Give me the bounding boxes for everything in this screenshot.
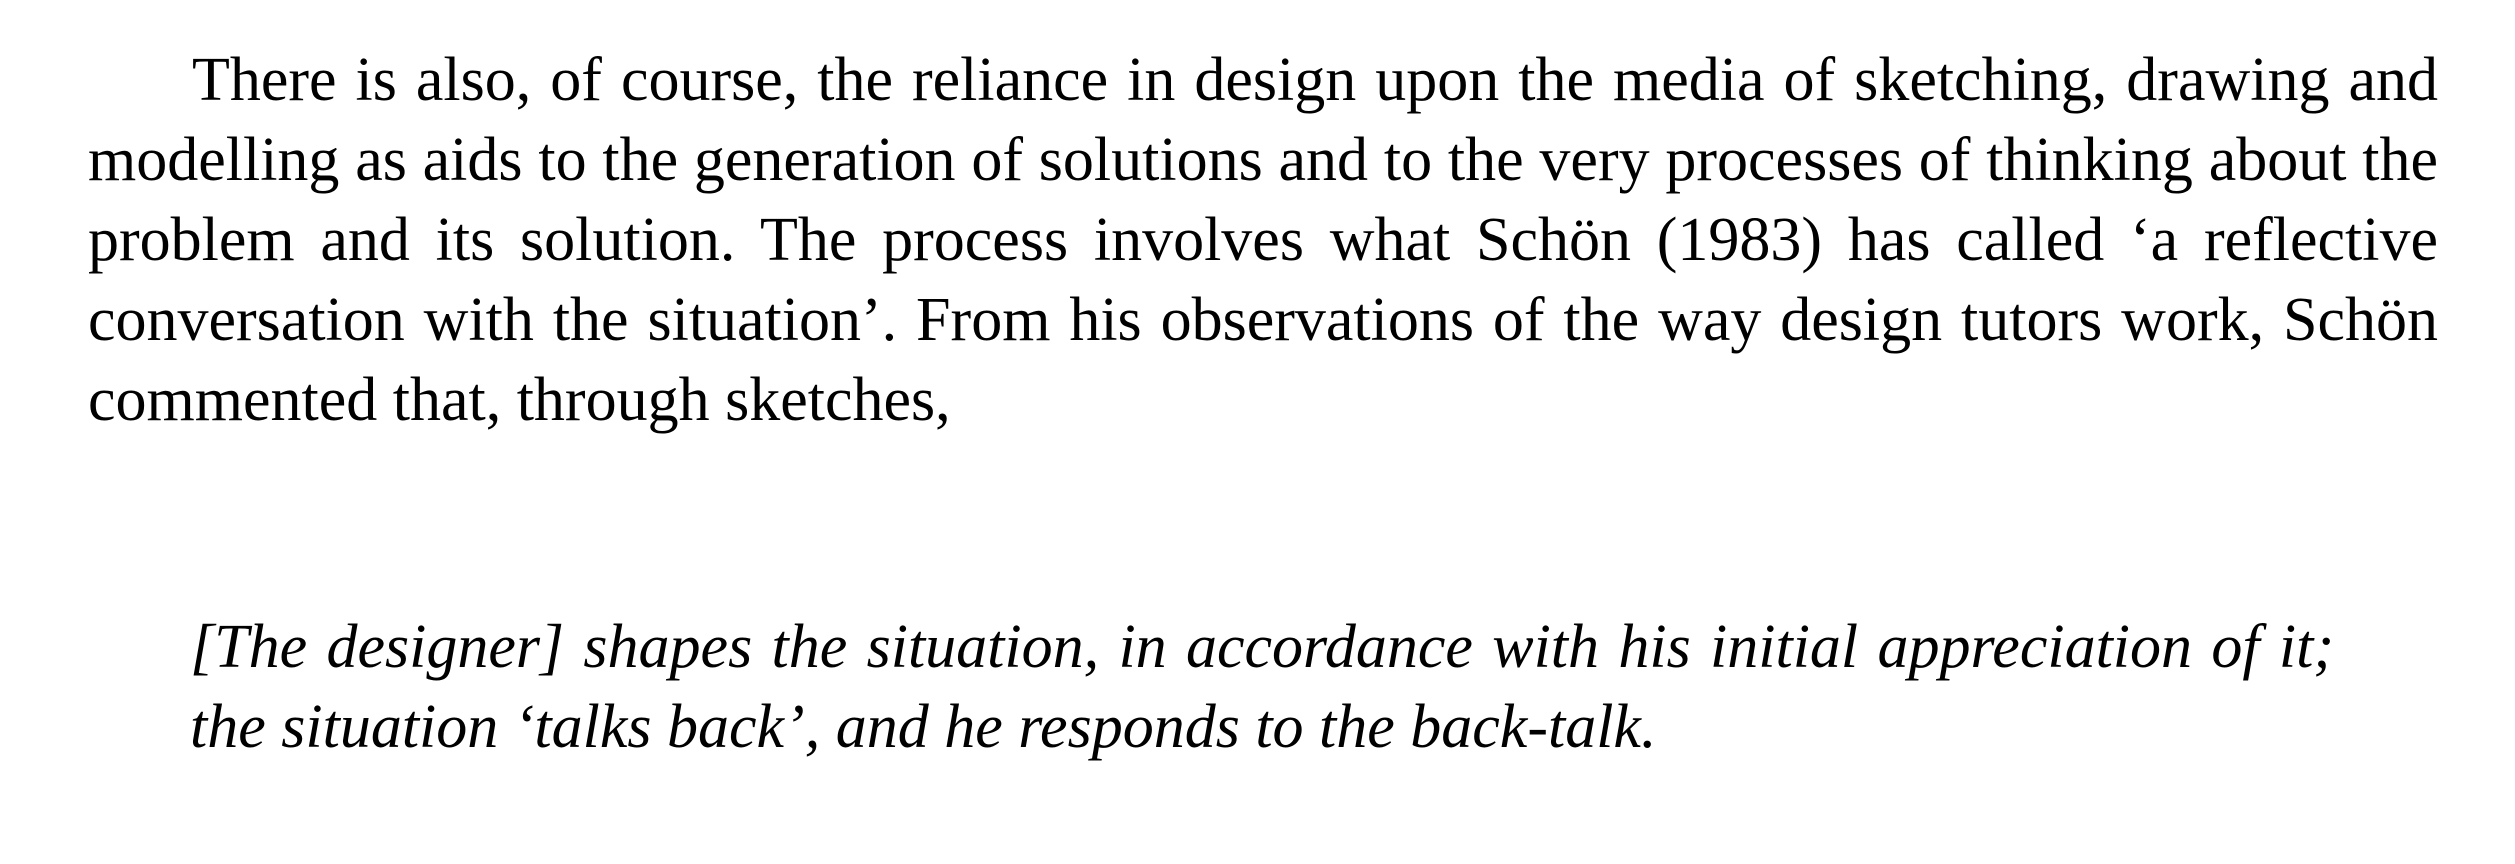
body-paragraph: There is also, of course, the reliance i…	[88, 46, 2438, 434]
block-quote: [The designer] shapes the situation, in …	[190, 613, 2334, 761]
document-page: There is also, of course, the reliance i…	[88, 40, 2438, 761]
